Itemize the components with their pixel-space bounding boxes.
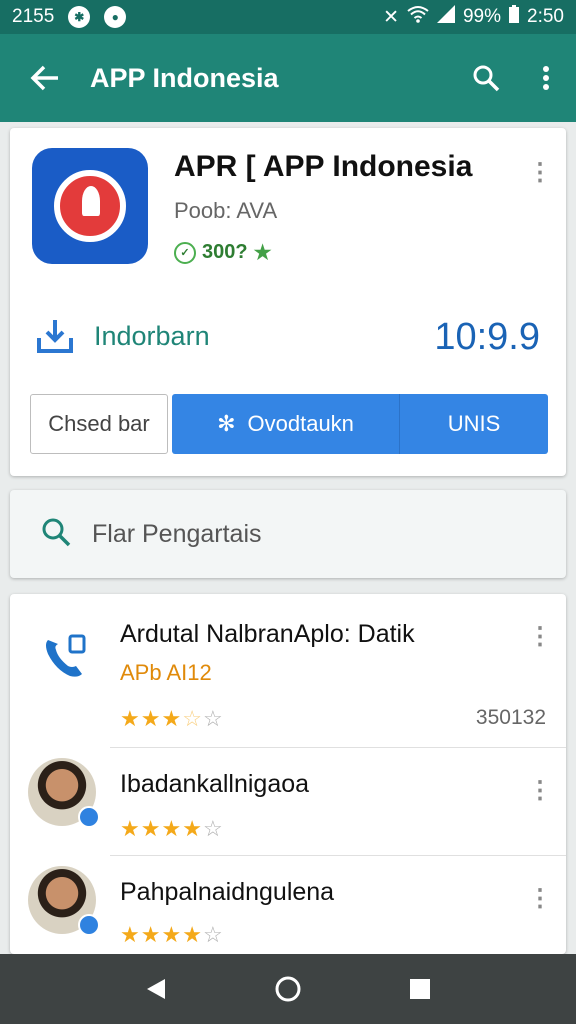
battery-icon bbox=[509, 5, 520, 29]
install-label: Indorbarn bbox=[94, 320, 210, 351]
list-item-count: 350132 bbox=[475, 706, 546, 729]
more-vert-icon bbox=[543, 66, 549, 90]
status-left-text: 2155 bbox=[12, 6, 55, 27]
star-icon: ★ bbox=[120, 922, 141, 947]
list-item[interactable]: Ardutal NalbranAplo: Datik APb AI12 ★★★☆… bbox=[10, 594, 566, 748]
star-empty-icon: ☆ bbox=[202, 706, 224, 731]
star-empty-icon: ☆ bbox=[202, 816, 224, 841]
star-icon: ★ bbox=[140, 706, 162, 731]
list-item-title: Ardutal NalbranAplo: Datik bbox=[120, 620, 415, 648]
snowflake-icon: ✻ bbox=[217, 411, 236, 436]
search-bar[interactable]: Flar Pengartais bbox=[10, 490, 566, 578]
primary-button-label: Ovodtaukn bbox=[247, 411, 354, 436]
install-count: 10:9.9 bbox=[434, 316, 540, 358]
list-item-subtitle: APb AI12 bbox=[120, 660, 212, 685]
avatar bbox=[28, 866, 100, 936]
rating-stars: ★★★★☆ bbox=[120, 816, 224, 842]
overflow-menu-button[interactable] bbox=[516, 34, 576, 122]
circle-home-icon bbox=[275, 976, 301, 1002]
mute-icon: ✕ bbox=[383, 6, 399, 28]
star-icon: ★ bbox=[161, 706, 183, 731]
download-icon bbox=[37, 320, 73, 353]
star-icon: ★ bbox=[253, 242, 272, 264]
status-bar: 2155 ✱ ● ✕ 99% 2:50 bbox=[0, 0, 576, 34]
star-icon: ★ bbox=[120, 706, 141, 731]
phone-icon bbox=[40, 630, 92, 687]
rating-stars: ★★★★☆ bbox=[120, 922, 224, 948]
list-item[interactable]: Ibadankallnigaoa ★★★★☆ ⋮ bbox=[10, 748, 566, 856]
list-item[interactable]: Pahpalnaidngulena ★★★★☆ ⋮ bbox=[10, 856, 566, 954]
app-card-menu-button[interactable]: ⋮ bbox=[528, 154, 552, 190]
app-logo-icon bbox=[32, 148, 148, 264]
star-icon: ★ bbox=[182, 816, 203, 841]
clock: 2:50 bbox=[527, 6, 564, 27]
star-icon: ★ bbox=[140, 922, 162, 947]
back-arrow-icon bbox=[30, 65, 58, 91]
square-recents-icon bbox=[410, 979, 430, 999]
app-bar-title: APP Indonesia bbox=[90, 62, 279, 93]
star-icon: ★ bbox=[161, 816, 183, 841]
nav-back-button[interactable] bbox=[136, 969, 176, 1009]
rating-stars: ★★★☆☆ bbox=[120, 706, 224, 732]
app-rating-value: 300? bbox=[202, 241, 248, 263]
avatar bbox=[28, 758, 100, 828]
star-icon: ★ bbox=[140, 816, 162, 841]
app-name: APR [ APP Indonesia bbox=[174, 150, 473, 183]
list-item-title: Pahpalnaidngulena bbox=[120, 878, 335, 906]
search-text: Flar Pengartais bbox=[92, 520, 262, 548]
star-icon: ★ bbox=[161, 922, 183, 947]
media-notification-icon: ● bbox=[104, 6, 127, 28]
primary-button[interactable]: ✻ Ovodtaukn UNIS bbox=[172, 394, 548, 454]
system-nav-bar bbox=[0, 954, 576, 1024]
star-half-icon: ☆ bbox=[182, 706, 203, 731]
app-detail-card: APR [ APP Indonesia Poob: AVA ✓ 300? ★ ⋮… bbox=[10, 128, 566, 476]
star-icon: ★ bbox=[120, 816, 141, 841]
star-icon: ★ bbox=[182, 922, 203, 947]
search-icon bbox=[473, 65, 500, 92]
wifi-icon bbox=[407, 5, 429, 29]
avatar-badge-icon bbox=[78, 806, 100, 828]
primary-button-secondary[interactable]: UNIS bbox=[400, 394, 548, 454]
star-empty-icon: ☆ bbox=[202, 922, 224, 947]
signal-icon bbox=[436, 5, 455, 29]
battery-percent: 99% bbox=[462, 6, 502, 27]
app-developer: Poob: AVA bbox=[174, 198, 278, 223]
verified-badge-icon: ✓ bbox=[174, 241, 196, 264]
avatar-badge-icon bbox=[78, 914, 100, 936]
install-row[interactable]: Indorbarn bbox=[36, 318, 210, 354]
nav-home-button[interactable] bbox=[268, 969, 308, 1009]
search-button[interactable] bbox=[456, 34, 516, 122]
app-rating: ✓ 300? ★ bbox=[174, 240, 272, 265]
back-button[interactable] bbox=[0, 34, 90, 122]
list-item-menu-button[interactable]: ⋮ bbox=[528, 772, 552, 808]
list-item-menu-button[interactable]: ⋮ bbox=[528, 618, 552, 654]
secondary-button[interactable]: Chsed bar bbox=[30, 394, 168, 454]
primary-button-main[interactable]: ✻ Ovodtaukn bbox=[172, 394, 400, 454]
nav-recents-button[interactable] bbox=[400, 969, 440, 1009]
list-item-menu-button[interactable]: ⋮ bbox=[528, 880, 552, 916]
app-bar: APP Indonesia bbox=[0, 34, 576, 122]
search-field-icon bbox=[40, 516, 72, 553]
triangle-back-icon bbox=[147, 979, 165, 999]
app-notification-icon: ✱ bbox=[68, 6, 91, 28]
list-item-title: Ibadankallnigaoa bbox=[120, 770, 310, 798]
app-list: Ardutal NalbranAplo: Datik APb AI12 ★★★☆… bbox=[10, 594, 566, 954]
